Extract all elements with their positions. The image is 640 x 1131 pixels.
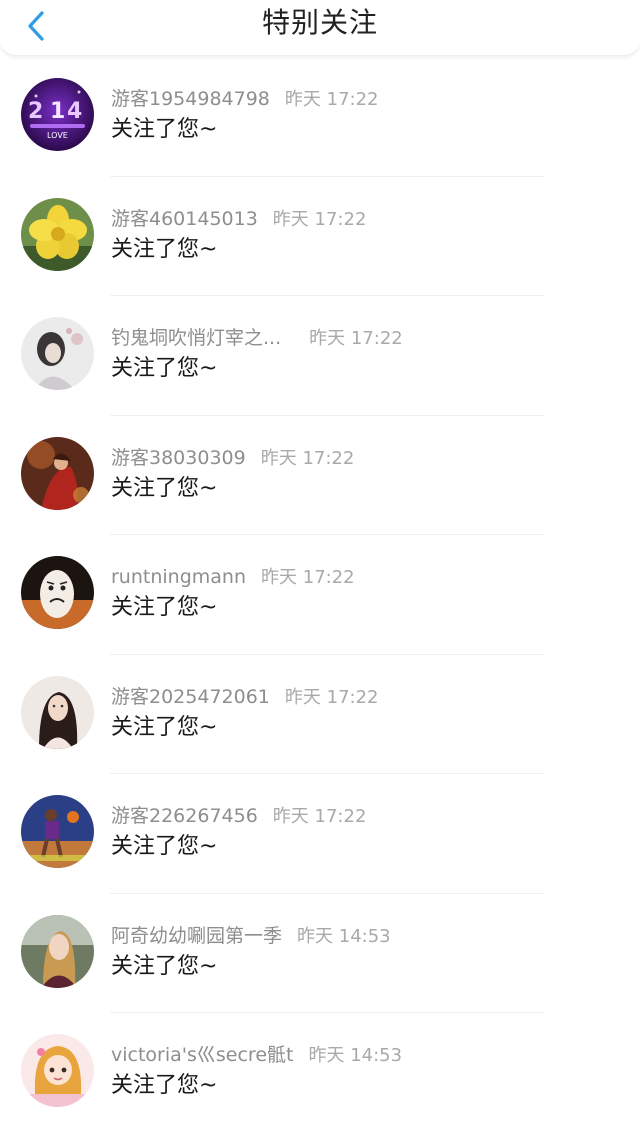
list-item[interactable]: runtningmann 昨天 17:22 关注了您~ xyxy=(0,535,640,655)
timestamp: 昨天 17:22 xyxy=(260,447,355,469)
message-text: 关注了您~ xyxy=(111,356,218,381)
top-nav-bar: 特别关注 xyxy=(0,0,640,56)
special-follow-page: 特别关注 2 1 4 LOVE 游客1954984798 昨天 17:22 关注… xyxy=(0,0,640,1131)
username: 游客226267456 xyxy=(111,805,258,827)
avatar-image xyxy=(21,914,94,988)
timestamp: 昨天 17:22 xyxy=(284,686,379,708)
avatar[interactable] xyxy=(21,795,94,868)
username: 游客38030309 xyxy=(111,446,246,469)
timestamp: 昨天 14:53 xyxy=(297,925,391,947)
avatar[interactable] xyxy=(21,317,94,390)
name-row: 阿奇幼幼唰园第一季 昨天 14:53 xyxy=(111,923,391,949)
username: 游客2025472061 xyxy=(111,685,270,708)
avatar[interactable] xyxy=(21,197,94,271)
name-row: 游客38030309 昨天 17:22 xyxy=(111,445,354,471)
list-item[interactable]: 2 1 4 LOVE 游客1954984798 昨天 17:22 关注了您~ xyxy=(0,57,640,177)
avatar-image xyxy=(21,317,94,390)
page-title: 特别关注 xyxy=(261,6,378,39)
timestamp: 昨天 17:22 xyxy=(261,567,355,588)
avatar-image xyxy=(21,1034,94,1107)
message-text: 关注了您~ xyxy=(111,595,218,620)
timestamp: 昨天 17:22 xyxy=(284,89,379,110)
message-text: 关注了您~ xyxy=(111,834,218,859)
avatar[interactable] xyxy=(21,556,94,629)
follower-list: 2 1 4 LOVE 游客1954984798 昨天 17:22 关注了您~ 游… xyxy=(0,57,640,1131)
list-item[interactable]: 钓鬼垌吹悄灯宰之... 昨天 17:22 关注了您~ xyxy=(0,296,640,416)
message-text: 关注了您~ xyxy=(111,117,218,142)
avatar-image xyxy=(21,795,94,868)
avatar-image: 2 1 4 LOVE xyxy=(21,78,94,151)
timestamp: 昨天 14:53 xyxy=(308,1045,403,1066)
message-text: 关注了您~ xyxy=(111,1073,218,1098)
avatar[interactable] xyxy=(21,1034,94,1107)
name-row: 游客1954984798 昨天 17:22 xyxy=(111,86,379,112)
message-text: 关注了您~ xyxy=(111,953,218,979)
name-row: 游客226267456 昨天 17:22 xyxy=(111,803,366,829)
timestamp: 昨天 17:22 xyxy=(309,328,403,349)
name-row: 钓鬼垌吹悄灯宰之... 昨天 17:22 xyxy=(111,325,403,351)
username: 钓鬼垌吹悄灯宰之... xyxy=(111,327,282,349)
message-text: 关注了您~ xyxy=(111,236,218,262)
avatar-image xyxy=(21,675,94,749)
username: runtningmann xyxy=(111,566,247,588)
svg-text:LOVE: LOVE xyxy=(47,131,68,140)
name-row: victoria's巛secre骶t 昨天 14:53 xyxy=(111,1042,402,1068)
svg-text:4: 4 xyxy=(67,99,82,124)
username: victoria's巛secre骶t xyxy=(111,1044,294,1066)
timestamp: 昨天 17:22 xyxy=(272,208,367,230)
avatar[interactable]: 2 1 4 LOVE xyxy=(21,78,94,151)
list-item[interactable]: 游客460145013 昨天 17:22 关注了您~ xyxy=(0,177,640,297)
username: 游客460145013 xyxy=(111,207,258,230)
name-row: runtningmann 昨天 17:22 xyxy=(111,564,355,590)
username: 游客1954984798 xyxy=(111,88,270,110)
avatar-image xyxy=(21,197,94,271)
list-item[interactable]: victoria's巛secre骶t 昨天 14:53 关注了您~ xyxy=(0,1013,640,1131)
list-item[interactable]: 游客38030309 昨天 17:22 关注了您~ xyxy=(0,416,640,536)
name-row: 游客460145013 昨天 17:22 xyxy=(111,206,366,232)
message-text: 关注了您~ xyxy=(111,714,218,740)
avatar-image xyxy=(21,436,94,510)
username: 阿奇幼幼唰园第一季 xyxy=(111,924,283,947)
avatar[interactable] xyxy=(21,675,94,749)
list-item[interactable]: 游客226267456 昨天 17:22 关注了您~ xyxy=(0,774,640,894)
list-item[interactable]: 游客2025472061 昨天 17:22 关注了您~ xyxy=(0,655,640,775)
avatar[interactable] xyxy=(21,914,94,988)
timestamp: 昨天 17:22 xyxy=(272,806,367,827)
list-item[interactable]: 阿奇幼幼唰园第一季 昨天 14:53 关注了您~ xyxy=(0,894,640,1014)
svg-text:2: 2 xyxy=(28,99,43,124)
avatar-image xyxy=(21,556,94,629)
svg-text:1: 1 xyxy=(50,99,65,124)
avatar[interactable] xyxy=(21,436,94,510)
name-row: 游客2025472061 昨天 17:22 xyxy=(111,684,379,710)
message-text: 关注了您~ xyxy=(111,475,218,501)
